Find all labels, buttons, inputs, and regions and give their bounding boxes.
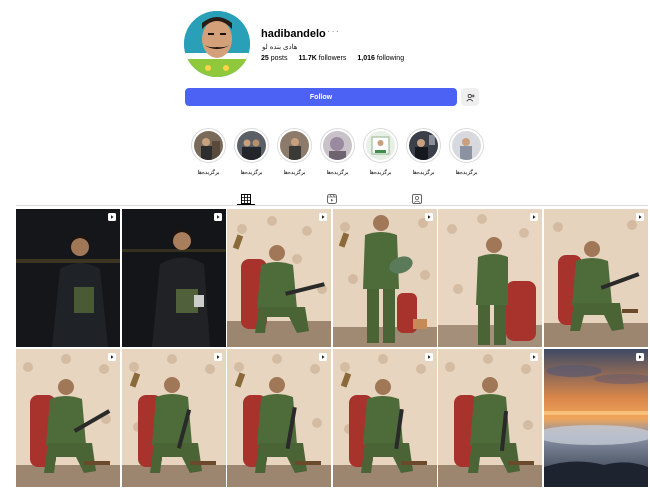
post-thumbnail[interactable] bbox=[121, 349, 226, 487]
profile-full-name: هادی بنده لو bbox=[262, 44, 298, 51]
highlight-label: برگزیده‌ها bbox=[326, 170, 349, 176]
post-thumbnail[interactable] bbox=[121, 209, 226, 347]
post-thumbnail[interactable] bbox=[16, 209, 120, 347]
tab-posts[interactable] bbox=[237, 193, 255, 205]
profile-avatar[interactable] bbox=[184, 11, 250, 77]
highlight-item[interactable]: برگزیده‌ها bbox=[320, 128, 355, 176]
reel-indicator-icon bbox=[424, 353, 433, 361]
post-thumbnail[interactable] bbox=[543, 349, 648, 487]
suggested-accounts-button[interactable] bbox=[461, 88, 479, 106]
highlight-item[interactable]: برگزیده‌ها bbox=[234, 128, 269, 176]
highlight-item[interactable]: برگزیده‌ها bbox=[191, 128, 226, 176]
reel-indicator-icon bbox=[108, 213, 116, 221]
highlight-label: برگزیده‌ها bbox=[197, 170, 220, 176]
reel-indicator-icon bbox=[213, 213, 222, 221]
reel-indicator-icon bbox=[530, 213, 539, 221]
add-person-icon bbox=[465, 93, 475, 101]
reel-indicator-icon bbox=[635, 213, 644, 221]
stat-posts: 25 posts bbox=[261, 55, 288, 62]
posts-grid bbox=[16, 209, 648, 487]
post-thumbnail[interactable] bbox=[332, 209, 437, 347]
highlight-item[interactable]: برگزیده‌ها bbox=[277, 128, 312, 176]
grid-icon bbox=[241, 194, 251, 204]
follow-button[interactable]: Follow bbox=[185, 88, 457, 106]
post-thumbnail[interactable] bbox=[16, 349, 120, 487]
post-thumbnail[interactable] bbox=[438, 209, 543, 347]
highlight-label: برگزیده‌ها bbox=[412, 170, 435, 176]
reel-indicator-icon bbox=[424, 213, 433, 221]
post-thumbnail[interactable] bbox=[332, 349, 437, 487]
highlight-label: برگزیده‌ها bbox=[369, 170, 392, 176]
post-thumbnail[interactable] bbox=[227, 209, 332, 347]
highlight-item[interactable]: برگزیده‌ها bbox=[406, 128, 441, 176]
profile-username: hadibandelo bbox=[261, 28, 326, 40]
reel-indicator-icon bbox=[213, 353, 222, 361]
tabs-divider bbox=[16, 205, 648, 206]
highlight-label: برگزیده‌ها bbox=[455, 170, 478, 176]
highlight-item[interactable]: برگزیده‌ها bbox=[363, 128, 398, 176]
highlight-label: برگزیده‌ها bbox=[283, 170, 306, 176]
story-highlights: برگزیده‌ها برگزیده‌ها برگزیده‌ها برگزیده… bbox=[191, 128, 484, 176]
reel-indicator-icon bbox=[635, 353, 644, 361]
reels-icon bbox=[327, 194, 337, 204]
profile-stats: 25 posts 11.7K followers 1,016 following bbox=[261, 55, 404, 62]
tab-reels[interactable] bbox=[326, 193, 338, 205]
post-thumbnail[interactable] bbox=[438, 349, 543, 487]
reel-indicator-icon bbox=[108, 353, 116, 361]
stat-followers[interactable]: 11.7K followers bbox=[298, 55, 346, 62]
tab-tagged[interactable] bbox=[411, 193, 423, 205]
post-thumbnail[interactable] bbox=[543, 209, 648, 347]
post-thumbnail[interactable] bbox=[227, 349, 332, 487]
tagged-icon bbox=[412, 194, 422, 204]
reel-indicator-icon bbox=[319, 213, 328, 221]
stat-following[interactable]: 1,016 following bbox=[357, 55, 404, 62]
reel-indicator-icon bbox=[530, 353, 539, 361]
more-options-icon[interactable]: ··· bbox=[327, 26, 340, 37]
highlight-label: برگزیده‌ها bbox=[240, 170, 263, 176]
reel-indicator-icon bbox=[319, 353, 328, 361]
highlight-item[interactable]: برگزیده‌ها bbox=[449, 128, 484, 176]
